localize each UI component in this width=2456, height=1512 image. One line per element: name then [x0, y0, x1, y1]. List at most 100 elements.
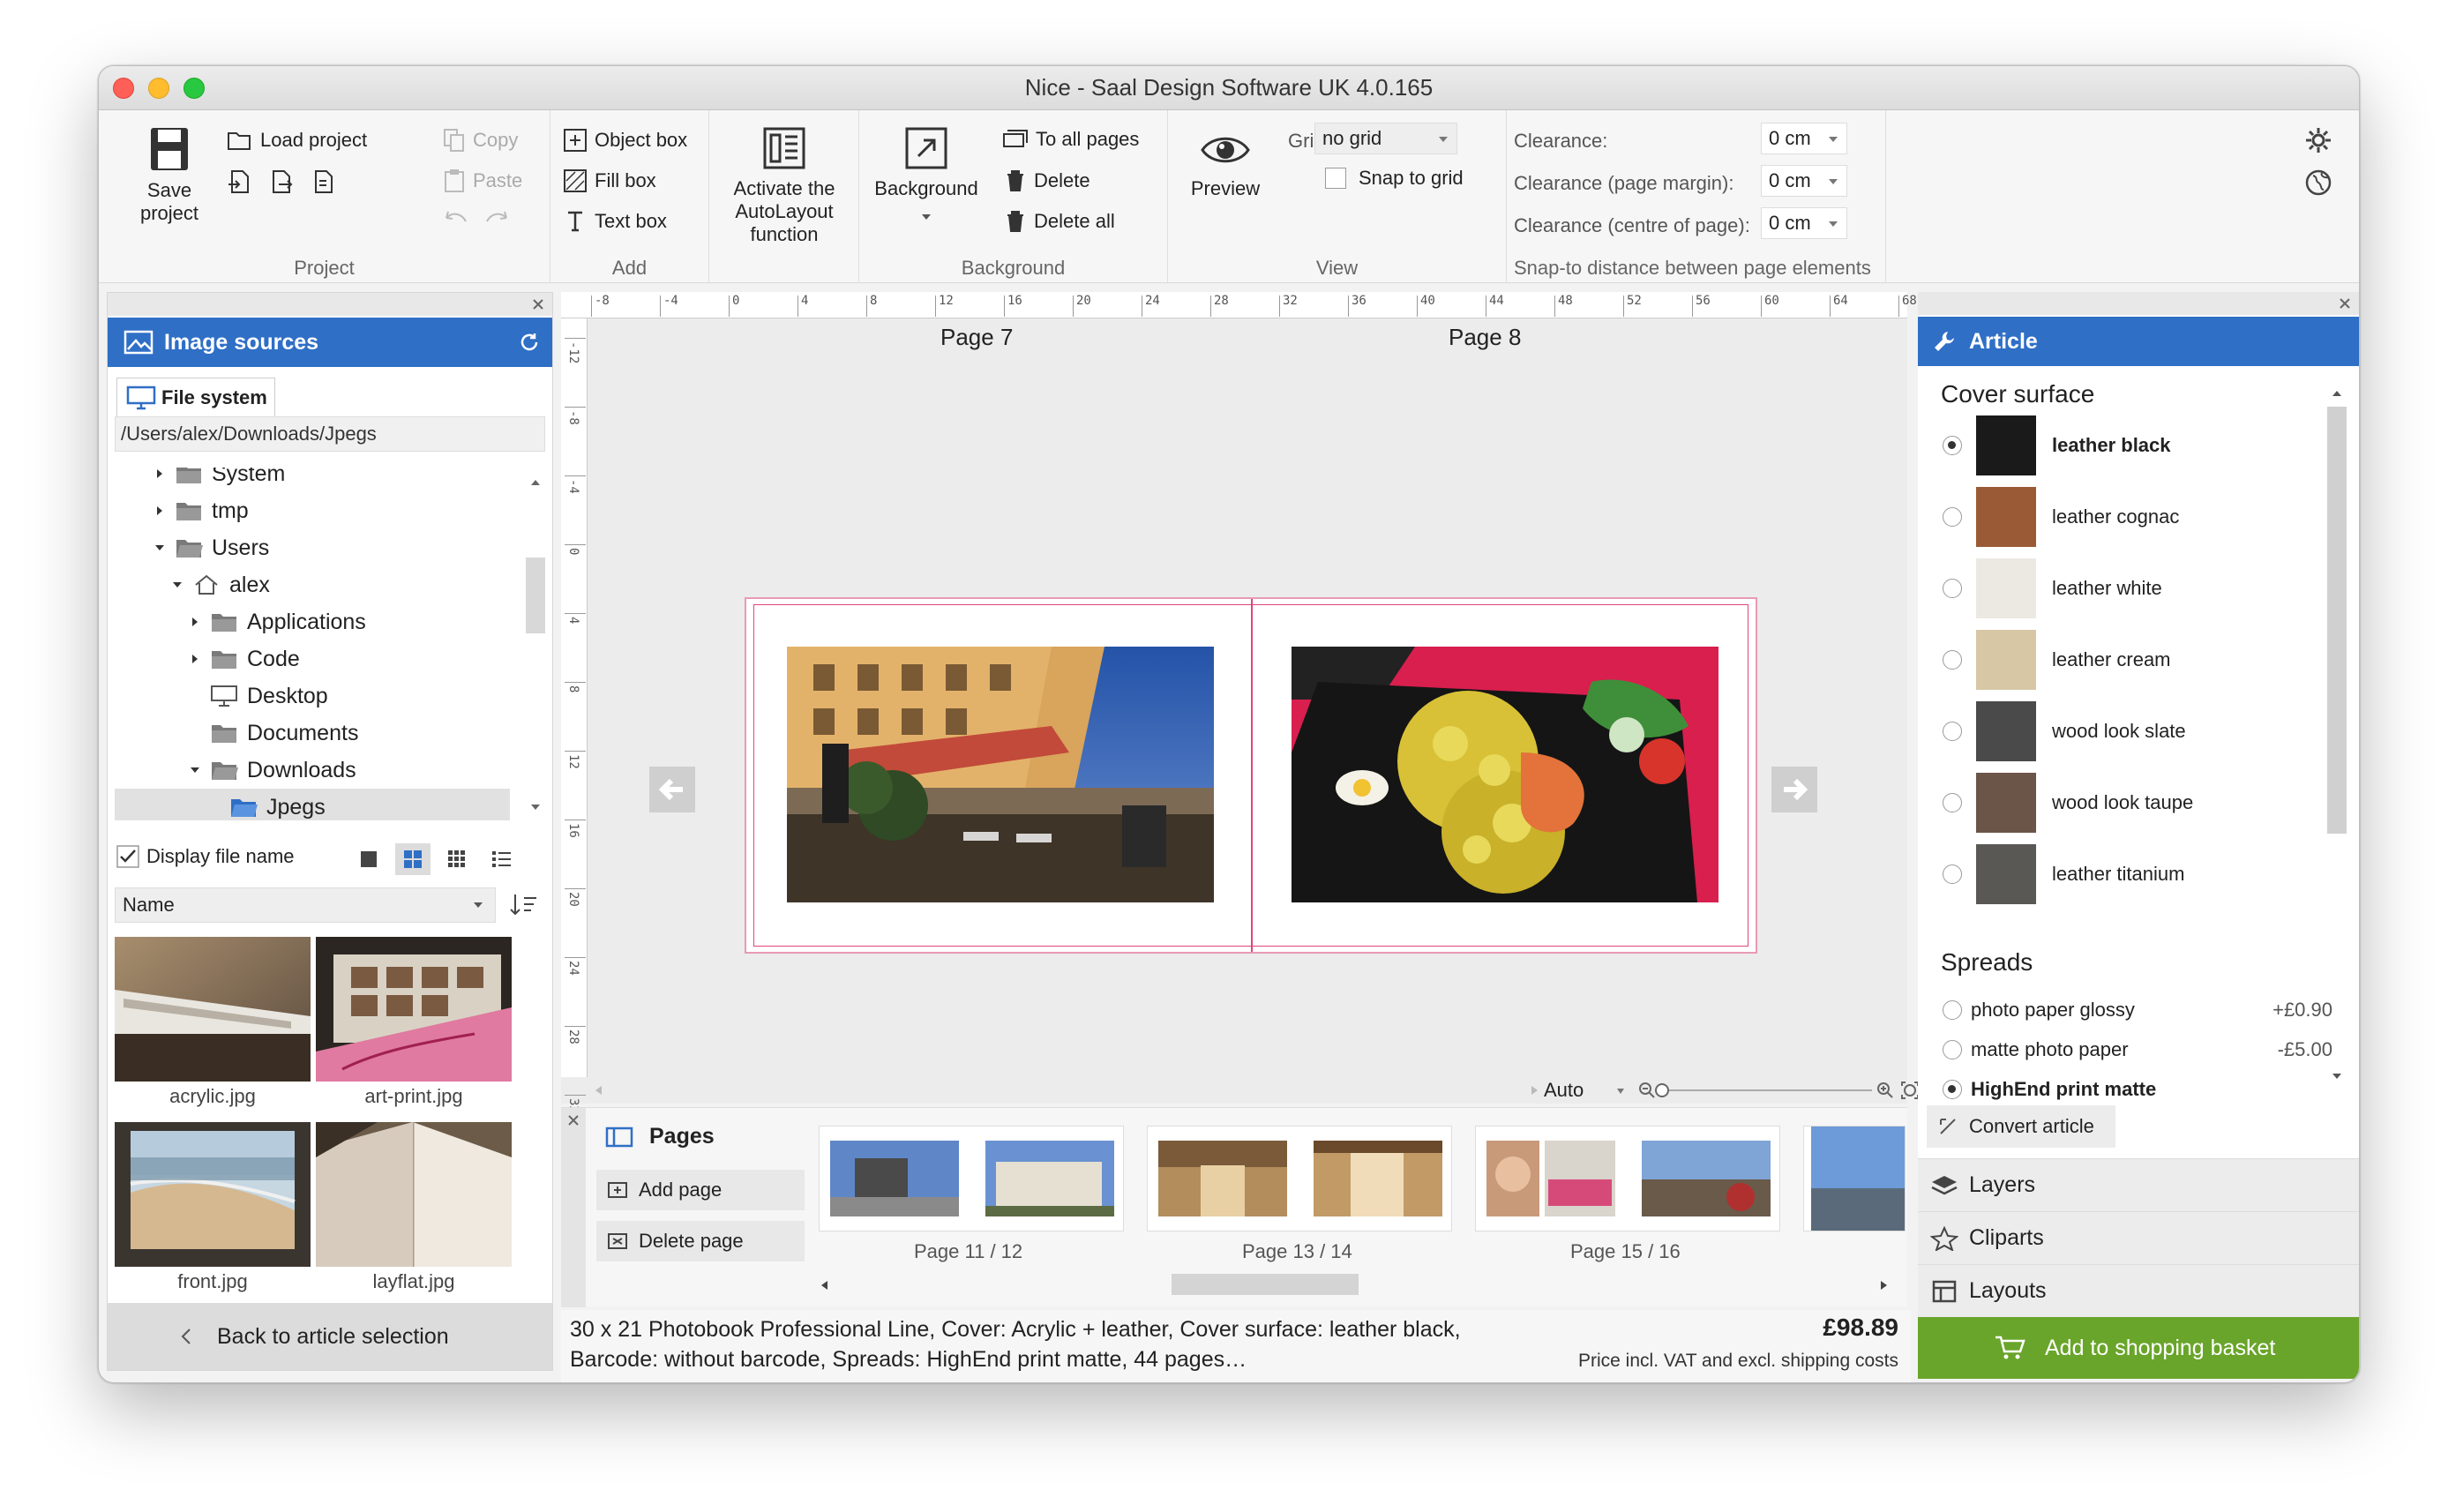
scroll-down-icon[interactable] — [2331, 1072, 2343, 1081]
tree-item-tmp[interactable]: tmp — [154, 492, 249, 529]
scroll-up-icon[interactable] — [2331, 389, 2343, 398]
refresh-icon[interactable] — [519, 332, 540, 353]
sort-order-icon[interactable] — [506, 889, 542, 921]
thumbnail-acrylic[interactable] — [115, 937, 311, 1082]
small-grid-icon[interactable] — [439, 843, 475, 875]
layers-section[interactable]: Layers — [1918, 1158, 2359, 1211]
spread-thumb-11-12[interactable] — [819, 1126, 1124, 1231]
photo-street-cafe[interactable] — [787, 647, 1214, 902]
share-icon-button[interactable] — [311, 168, 344, 195]
tree-item-system[interactable]: System — [154, 468, 285, 492]
sort-select[interactable]: Name — [115, 887, 496, 923]
convert-article-button[interactable]: Convert article — [1927, 1105, 2115, 1148]
copy-button[interactable]: Copy — [443, 128, 518, 153]
text-box-button[interactable]: Text box — [563, 209, 667, 234]
scroll-thumb[interactable] — [2327, 407, 2347, 834]
close-icon[interactable] — [566, 1113, 580, 1127]
tree-item-code[interactable]: Code — [189, 640, 300, 677]
next-spread-arrow-icon[interactable] — [1771, 767, 1817, 812]
spread-option[interactable]: photo paper glossy +£0.90 — [1943, 992, 2332, 1028]
scroll-left-icon[interactable] — [593, 1084, 603, 1097]
pages-scroll-thumb[interactable] — [1172, 1274, 1359, 1295]
zoom-select[interactable]: Auto — [1544, 1079, 1629, 1102]
radio-button[interactable] — [1943, 722, 1962, 741]
cover-option[interactable]: wood look taupe — [1943, 771, 2193, 835]
display-file-name-checkbox[interactable]: Display file name — [116, 845, 295, 868]
thumbnail-layflat[interactable] — [316, 1122, 512, 1267]
add-page-button[interactable]: Add page — [596, 1170, 805, 1210]
delete-all-background-button[interactable]: Delete all — [1004, 209, 1115, 234]
spread-thumb-next[interactable] — [1803, 1126, 1906, 1231]
cover-option[interactable]: leather cognac — [1943, 485, 2179, 549]
photo-food-plate[interactable] — [1292, 647, 1718, 902]
medium-grid-icon[interactable] — [395, 843, 431, 875]
radio-button[interactable] — [1943, 507, 1962, 527]
paste-button[interactable]: Paste — [443, 168, 522, 193]
add-to-basket-button[interactable]: Add to shopping basket — [1918, 1317, 2359, 1379]
zoom-out-icon[interactable] — [1637, 1081, 1657, 1100]
large-view-icon[interactable] — [351, 843, 386, 875]
scroll-thumb[interactable] — [526, 558, 545, 633]
tree-item-documents[interactable]: Documents — [210, 715, 358, 752]
spread-option[interactable]: HighEnd print matte — [1943, 1072, 2332, 1107]
save-project-button[interactable]: Save project — [125, 126, 213, 225]
radio-button[interactable] — [1943, 436, 1962, 455]
export-icon-button[interactable] — [268, 168, 302, 195]
layouts-section[interactable]: Layouts — [1918, 1264, 2359, 1317]
scroll-left-icon[interactable] — [819, 1279, 829, 1291]
tree-item-alex[interactable]: alex — [171, 566, 270, 603]
previous-spread-arrow-icon[interactable] — [649, 767, 695, 812]
radio-button[interactable] — [1943, 1080, 1962, 1099]
cover-option[interactable]: leather cream — [1943, 628, 2171, 692]
load-project-button[interactable]: Load project — [227, 128, 367, 153]
redo-button[interactable] — [483, 209, 517, 227]
object-box-button[interactable]: Object box — [563, 128, 687, 153]
to-all-pages-button[interactable]: To all pages — [1000, 128, 1139, 151]
tree-item-users[interactable]: Users — [154, 529, 269, 566]
list-view-icon[interactable] — [483, 843, 519, 875]
fill-box-button[interactable]: Fill box — [563, 168, 656, 193]
tree-item-applications[interactable]: Applications — [189, 603, 366, 640]
path-field[interactable]: /Users/alex/Downloads/Jpegs — [115, 416, 545, 452]
cover-option[interactable]: leather black — [1943, 414, 2171, 477]
snap-to-grid-checkbox[interactable]: Snap to grid — [1325, 167, 1464, 190]
scroll-down-icon[interactable] — [529, 803, 542, 812]
panel-grip[interactable] — [108, 293, 552, 316]
thumbnail-art-print[interactable] — [316, 937, 512, 1082]
centre-select[interactable]: 0 cm — [1761, 207, 1847, 239]
cover-option[interactable]: leather titanium — [1943, 842, 2184, 906]
article-scrollbar[interactable] — [2324, 389, 2350, 1086]
pages-scrollbar[interactable] — [819, 1272, 1890, 1297]
cover-option[interactable]: wood look slate — [1943, 700, 2186, 763]
radio-button[interactable] — [1943, 650, 1962, 670]
zoom-slider-handle[interactable] — [1655, 1083, 1669, 1097]
delete-page-button[interactable]: Delete page — [596, 1221, 805, 1261]
zoom-in-icon[interactable] — [1876, 1081, 1895, 1100]
close-icon[interactable] — [531, 297, 545, 311]
cover-option[interactable]: leather white — [1943, 557, 2162, 620]
zoom-slider-track[interactable] — [1660, 1089, 1872, 1091]
thumbnail-front[interactable] — [115, 1122, 311, 1267]
delete-background-button[interactable]: Delete — [1004, 168, 1090, 193]
zoom-fit-icon[interactable] — [1900, 1081, 1920, 1100]
radio-button[interactable] — [1943, 579, 1962, 598]
spread-option[interactable]: matte photo paper -£5.00 — [1943, 1032, 2332, 1067]
tree-item-downloads[interactable]: Downloads — [189, 752, 356, 789]
tree-item-jpegs[interactable]: Jpegs — [115, 789, 510, 820]
close-icon[interactable] — [2338, 296, 2352, 311]
pages-panel-grip[interactable] — [561, 1108, 586, 1307]
tree-item-desktop[interactable]: Desktop — [210, 677, 328, 715]
scroll-right-icon[interactable] — [1879, 1279, 1890, 1291]
undo-button[interactable] — [443, 209, 476, 227]
import-icon-button[interactable] — [227, 168, 260, 195]
radio-button[interactable] — [1943, 1000, 1962, 1020]
radio-button[interactable] — [1943, 793, 1962, 812]
page-margin-select[interactable]: 0 cm — [1761, 165, 1847, 197]
scroll-up-icon[interactable] — [529, 478, 542, 487]
gear-icon[interactable] — [2304, 126, 2332, 154]
scroll-right-icon[interactable] — [1530, 1084, 1540, 1097]
clearance-select[interactable]: 0 cm — [1761, 123, 1847, 154]
background-button[interactable]: Background — [865, 126, 988, 221]
tab-file-system[interactable]: File system — [116, 378, 275, 416]
preview-button[interactable]: Preview — [1177, 130, 1274, 200]
